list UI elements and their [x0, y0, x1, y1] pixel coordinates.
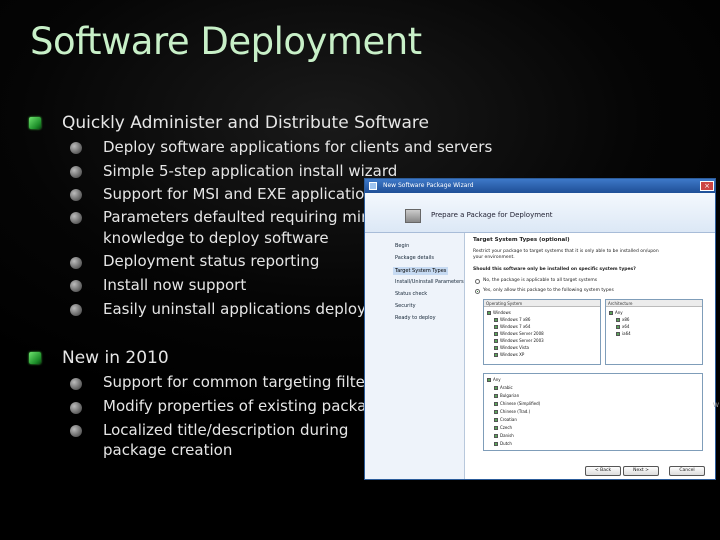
bullet-text: Easily uninstall applications deployed — [103, 300, 385, 318]
os-tree-item[interactable]: Windows Vista — [494, 345, 529, 350]
bullet-dot-icon — [70, 425, 82, 437]
bullet-text: Modify properties of existing packages — [103, 397, 393, 415]
bullet-dot-icon — [70, 402, 82, 414]
arch-tree-item[interactable]: Any — [609, 310, 623, 315]
bullet-text: Deploy software applications for clients… — [103, 138, 493, 156]
wizard-step[interactable]: Package details — [395, 255, 434, 261]
bullet-text: Deployment status reporting — [103, 252, 320, 270]
lang-tree-item[interactable]: Danish — [494, 433, 514, 438]
description-text: your environment. — [473, 255, 515, 260]
bullet-dot-icon — [70, 378, 82, 390]
lang-tree-item[interactable]: Czech — [494, 425, 512, 430]
os-tree-item[interactable]: Windows — [487, 310, 511, 315]
bullet-dot-icon — [70, 212, 82, 224]
slide-title: Software Deployment — [30, 20, 422, 63]
wizard-step-selected[interactable]: Target System Types — [393, 267, 449, 275]
wizard-step[interactable]: Status check — [395, 291, 427, 297]
lang-tree-item[interactable]: Bulgarian — [494, 393, 519, 398]
lang-tree-item[interactable]: Any — [487, 377, 501, 382]
arch-tree-item[interactable]: ia64 — [616, 331, 631, 336]
wizard-window-title: New Software Package Wizard — [383, 182, 474, 189]
arch-tree-item[interactable]: x86 — [616, 317, 629, 322]
window-app-icon — [369, 182, 377, 190]
wizard-header-title: Prepare a Package for Deployment — [431, 211, 553, 219]
back-button[interactable]: < Back — [585, 466, 621, 476]
bullet-text: Localized title/description during — [103, 421, 349, 439]
bullet-text: Install now support — [103, 276, 247, 294]
wizard-header: Prepare a Package for Deployment — [365, 193, 715, 233]
bullet-dot-icon — [70, 142, 82, 154]
bullet-square-icon — [29, 117, 41, 129]
wizard-main-pane: Target System Types (optional) Restrict … — [465, 233, 715, 479]
next-button[interactable]: Next > — [623, 466, 659, 476]
os-list-header: Operating System — [484, 300, 600, 307]
os-tree-item[interactable]: Windows Server 2008 — [494, 331, 544, 336]
lang-tree-item[interactable]: Chinese (Simplified) — [494, 401, 540, 406]
wizard-titlebar: New Software Package Wizard × — [365, 179, 715, 193]
wizard-steps-pane: Begin Package details Target System Type… — [365, 233, 465, 479]
bullet-square-icon — [29, 352, 41, 364]
architecture-list[interactable]: Architecture Any x86 x64 ia64 — [605, 299, 703, 365]
architecture-list-header: Architecture — [606, 300, 702, 307]
question-text: Should this software only be installed o… — [473, 267, 636, 272]
os-tree-item[interactable]: Windows XP — [494, 352, 524, 357]
bullet-text: Parameters defaulted requiring minimal — [103, 208, 403, 226]
bullet-dot-icon — [70, 257, 82, 269]
os-list[interactable]: Operating System Windows Windows 7 x86 W… — [483, 299, 601, 365]
bullet-dot-icon — [70, 280, 82, 292]
bullet-text: Simple 5-step application install wizard — [103, 162, 398, 180]
radio-all-systems[interactable] — [475, 279, 480, 284]
section-heading: Quickly Administer and Distribute Softwa… — [62, 113, 430, 133]
radio-label: Yes, only allow this package to the foll… — [483, 288, 614, 293]
language-list[interactable]: Any Arabic Bulgarian Chinese (Simplified… — [483, 373, 703, 451]
os-tree-item[interactable]: Windows 7 x86 — [494, 317, 530, 322]
bullet-dot-icon — [70, 166, 82, 178]
wizard-step[interactable]: Install/Uninstall Parameters — [395, 279, 464, 285]
package-icon — [405, 209, 421, 223]
section-heading: New in 2010 — [62, 348, 169, 368]
lang-tree-item[interactable]: Croatian — [494, 417, 517, 422]
wizard-step[interactable]: Ready to deploy — [395, 315, 436, 321]
background-text: W — [713, 402, 719, 409]
os-tree-item[interactable]: Windows 7 x64 — [494, 324, 530, 329]
bullet-text: Support for common targeting filters — [103, 373, 379, 391]
bullet-text: Support for MSI and EXE applications — [103, 185, 382, 203]
cancel-button[interactable]: Cancel — [669, 466, 705, 476]
lang-tree-item[interactable]: Arabic — [494, 385, 513, 390]
os-tree-item[interactable]: Windows Server 2003 — [494, 338, 544, 343]
bullet-dot-icon — [70, 189, 82, 201]
lang-tree-item[interactable]: Chinese (Trad.) — [494, 409, 530, 414]
wizard-step[interactable]: Begin — [395, 243, 409, 249]
arch-tree-item[interactable]: x64 — [616, 324, 629, 329]
bullet-text-continued: package creation — [103, 441, 233, 459]
lang-tree-item[interactable]: Dutch — [494, 441, 512, 446]
description-text: Restrict your package to target systems … — [473, 249, 659, 254]
section-title: Target System Types (optional) — [473, 237, 570, 243]
close-icon[interactable]: × — [700, 181, 714, 191]
wizard-window: New Software Package Wizard × Prepare a … — [364, 178, 716, 480]
bullet-text-continued: knowledge to deploy software — [103, 229, 329, 247]
bullet-dot-icon — [70, 304, 82, 316]
wizard-step[interactable]: Security — [395, 303, 416, 309]
radio-label: No, the package is applicable to all tar… — [483, 278, 598, 283]
radio-specific-systems[interactable] — [475, 289, 480, 294]
